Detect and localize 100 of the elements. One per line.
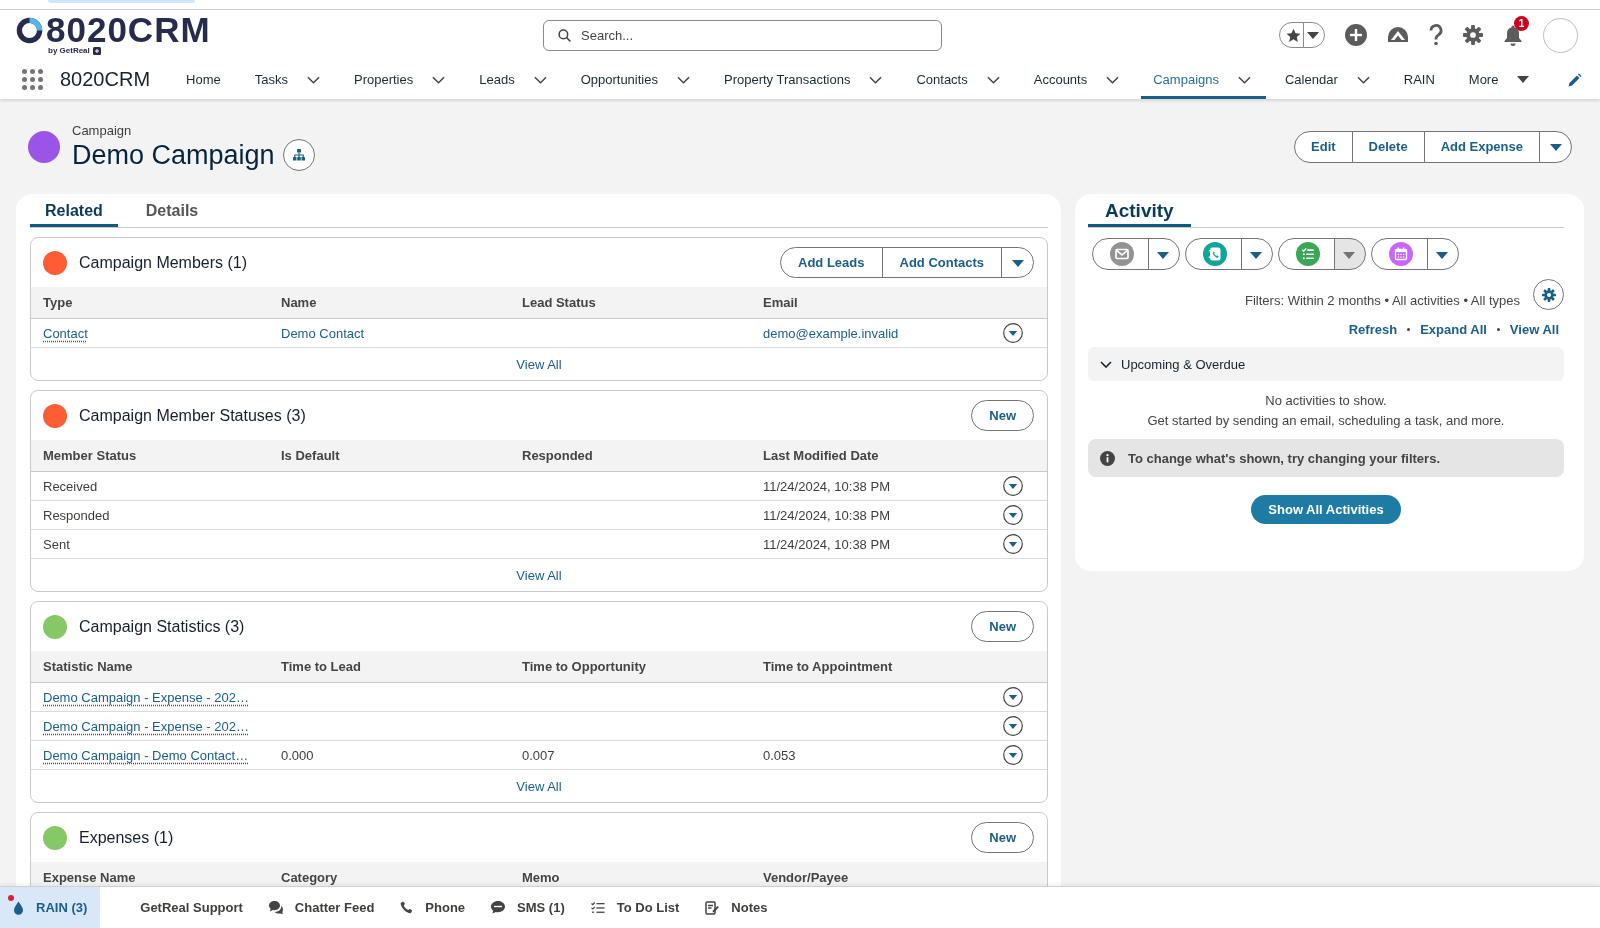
composer-button[interactable] [1371,238,1428,270]
action-link[interactable]: Refresh [1348,321,1398,337]
favorites-menu-button[interactable] [1303,22,1325,48]
app-launcher-icon[interactable] [22,69,43,90]
nav-tab[interactable]: Contacts [904,60,1015,99]
view-all-link[interactable]: View All [516,567,562,583]
utility-tab[interactable]: GetReal Support [127,887,256,928]
table-cell: Received [43,478,98,494]
record-link[interactable]: Demo Campaign - Expense - 202… [43,718,249,734]
composer-menu-button[interactable] [1427,238,1459,270]
record-link[interactable]: Demo Campaign - Expense - 202… [43,689,249,705]
menu-button[interactable] [1001,247,1034,278]
composer-menu-button[interactable] [1148,238,1180,270]
tab[interactable]: Related [30,194,118,227]
nav-tab[interactable]: Accounts [1021,60,1135,99]
action-button[interactable]: Add Contacts [881,247,1002,278]
utility-tab[interactable]: RAIN (3) [0,887,101,928]
nav-tab[interactable]: Campaigns [1141,60,1266,99]
tab[interactable]: Details [130,194,214,227]
row-menu-icon[interactable] [1003,687,1023,707]
view-all-link[interactable]: View All [516,356,562,372]
composer-button[interactable] [1278,238,1335,270]
app-name: 8020CRM [60,68,151,91]
record-link[interactable]: Contact [43,325,88,341]
empty-state-hint: Get started by sending an email, scheduling a task, and more. [1147,412,1505,430]
help-icon[interactable] [1429,24,1443,46]
column-header: Member Status [43,448,137,463]
phone-icon [400,901,414,914]
action-button[interactable]: Add Expense [1423,130,1540,163]
nav-tab[interactable]: Leads [467,60,562,99]
column-header: Vendor/Payee [763,870,849,885]
action-button[interactable]: Add Leads [780,247,883,278]
column-header: Time to Lead [281,659,361,674]
notification-badge: 1 [1514,16,1529,31]
nav-tab[interactable]: RAIN [1391,60,1450,99]
action-button[interactable]: Edit [1294,130,1353,163]
favorite-button[interactable] [1279,22,1304,48]
composer-menu-button[interactable] [1241,238,1273,270]
utility-tab[interactable]: Chatter Feed [255,887,388,928]
record-title: Demo Campaign [72,138,275,171]
column-header: Memo [522,870,560,885]
chevron-icon [1238,75,1251,84]
record-link[interactable]: Demo Contact [281,325,365,341]
hierarchy-button[interactable] [282,138,315,171]
nav-tab[interactable]: Calendar [1273,60,1385,99]
nav-tab[interactable]: Properties [341,60,461,99]
utility-tab[interactable]: Phone [387,887,479,928]
record-link[interactable]: demo@example.invalid [763,325,899,341]
table-cell: Responded [43,507,110,523]
chevron-icon [432,75,446,84]
composer-button[interactable] [1092,238,1149,270]
table-cell: 11/24/2024, 10:38 PM [763,536,890,552]
hierarchy-icon [292,148,305,161]
nav-tab[interactable]: More [1456,60,1545,99]
row-menu-icon[interactable] [1003,716,1023,736]
nav-tab[interactable]: Tasks [242,60,335,99]
chevron-icon [869,75,883,84]
row-menu-icon[interactable] [1003,505,1023,525]
section-toggle[interactable]: Upcoming & Overdue [1088,347,1564,381]
mountain-icon[interactable] [1387,25,1409,45]
record-link[interactable]: Demo Campaign - Demo Contact… [43,747,249,763]
utility-tab[interactable]: To Do List [577,887,693,928]
nav-tab[interactable]: Home [174,60,236,99]
chevron-icon [306,75,320,84]
drop-icon [13,900,24,915]
chevron-icon [1106,75,1120,84]
action-button[interactable]: Delete [1351,130,1425,163]
view-all-link[interactable]: View All [516,778,562,794]
column-header: Type [43,295,73,310]
row-menu-icon[interactable] [1003,745,1023,765]
row-menu-icon[interactable] [1003,534,1023,554]
tab[interactable]: Activity [1088,194,1191,227]
action-link[interactable]: Expand All [1420,321,1487,337]
utility-tab[interactable]: SMS (1) [478,887,578,928]
menu-button[interactable] [1539,130,1572,163]
filters-text: Filters: Within 2 months • All activities • All types [1245,293,1520,309]
show-all-button[interactable]: Show All Activities [1251,495,1401,524]
table-cell: 11/24/2024, 10:38 PM [763,478,890,494]
column-header: Lead Status [522,295,596,310]
action-button[interactable]: New [971,611,1034,642]
section-title: Expenses (1) [79,828,174,847]
column-header: Time to Appointment [763,659,893,674]
pencil-icon[interactable] [1568,72,1582,87]
column-header: Last Modified Date [763,448,879,463]
filter-settings-button[interactable] [1533,279,1564,310]
nav-tab[interactable]: Opportunities [568,60,705,99]
row-menu-icon[interactable] [1003,476,1023,496]
action-button[interactable]: New [971,822,1034,853]
search-field[interactable]: Search... [543,19,942,51]
logo-wordmark: 8020CRM [46,15,211,45]
composer-button[interactable] [1185,238,1242,270]
utility-tab[interactable]: Notes [692,887,781,928]
action-link[interactable]: View All [1509,321,1559,337]
row-menu-icon[interactable] [1003,323,1023,343]
star-icon [1285,27,1301,43]
caret-icon [1011,260,1024,267]
add-icon[interactable] [1345,24,1367,46]
action-button[interactable]: New [971,400,1034,431]
nav-tab[interactable]: Property Transactions [711,60,898,99]
settings-icon[interactable] [1463,25,1483,45]
